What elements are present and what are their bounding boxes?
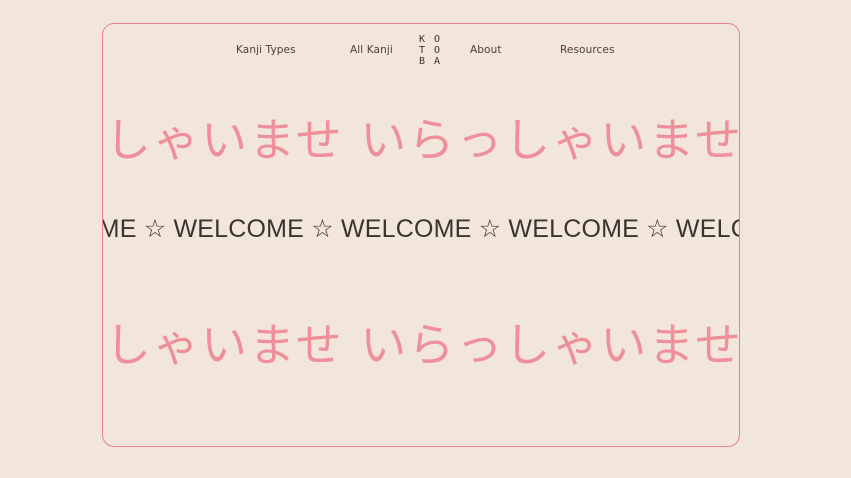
logo-line-1: K O	[419, 34, 442, 45]
nav-all-kanji[interactable]: All Kanji	[350, 44, 393, 56]
nav-kanji-types[interactable]: Kanji Types	[236, 44, 296, 56]
welcome-marquee: WELCOME ☆ WELCOME ☆ WELCOME ☆ WELCOME ☆ …	[102, 215, 739, 243]
logo-line-3: B A	[419, 56, 442, 67]
welcome-card: Kanji Types All Kanji K O T O B A About …	[102, 23, 740, 447]
nav-about[interactable]: About	[470, 44, 502, 56]
japanese-marquee-bottom: いらっしゃいませ いらっしゃいませ いらっしゃいませ	[103, 318, 740, 372]
japanese-marquee-top: いらっしゃいませ いらっしゃいませ いらっしゃいませ	[103, 113, 740, 167]
nav-resources[interactable]: Resources	[560, 44, 615, 56]
logo-line-2: T O	[419, 45, 442, 56]
kotoba-logo[interactable]: K O T O B A	[419, 34, 442, 67]
